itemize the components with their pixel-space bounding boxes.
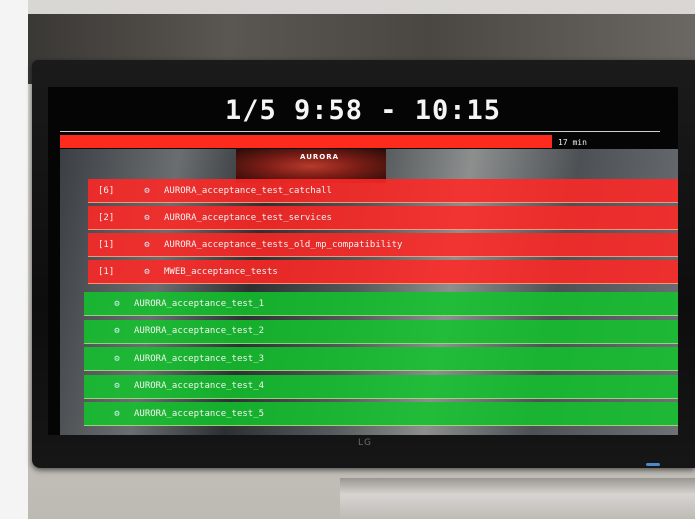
job-name: AURORA_acceptance_test_3 xyxy=(134,353,265,364)
desk-surface xyxy=(340,478,695,519)
tv-power-led xyxy=(646,463,660,466)
failing-job-row: [1] ⚙ MWEB_acceptance_tests xyxy=(88,260,678,284)
tv-brand-logo: LG xyxy=(358,438,372,448)
build-status-icon: ⚙ xyxy=(144,239,150,250)
passing-job-row: ⚙ AURORA_acceptance_test_1 xyxy=(84,292,678,316)
build-status-icon: ⚙ xyxy=(114,381,120,391)
wall-left xyxy=(0,0,28,519)
job-name: AURORA_acceptance_test_1 xyxy=(134,298,265,309)
passing-job-row: ⚙ AURORA_acceptance_test_3 xyxy=(84,347,678,371)
failing-job-row: [1] ⚙ AURORA_acceptance_tests_old_mp_compa… xyxy=(88,233,678,257)
passing-job-row: ⚙ AURORA_acceptance_test_4 xyxy=(84,374,678,399)
failing-job-row: [6] ⚙ AURORA_acceptance_test_catchall xyxy=(88,179,678,203)
job-failure-count: [6] xyxy=(98,185,115,196)
job-name: AURORA_acceptance_test_services xyxy=(164,212,332,223)
job-name: AURORA_acceptance_test_catchall xyxy=(164,185,332,196)
build-status-icon: ⚙ xyxy=(144,266,150,277)
passing-job-row: ⚙ AURORA_acceptance_test_2 xyxy=(84,319,678,344)
build-status-icon: ⚙ xyxy=(114,408,120,419)
build-status-icon: ⚙ xyxy=(114,353,120,364)
failing-job-row: [2] ⚙ AURORA_acceptance_test_services xyxy=(88,206,678,230)
job-list: [6] ⚙ AURORA_acceptance_test_catchall [2] ⚙ A… xyxy=(48,87,678,435)
build-status-icon: ⚙ xyxy=(114,298,120,309)
build-status-icon: ⚙ xyxy=(144,185,150,196)
job-failure-count: [1] xyxy=(98,266,115,277)
build-status-icon: ⚙ xyxy=(114,326,120,336)
tv-screen: AURORA 1/5 9:58 - 10:15 17 min [6] ⚙ AUROR… xyxy=(48,87,678,435)
job-name: AURORA_acceptance_test_2 xyxy=(134,326,265,336)
job-name: AURORA_acceptance_test_4 xyxy=(134,381,265,391)
job-name: AURORA_acceptance_test_5 xyxy=(134,408,265,419)
job-name: MWEB_acceptance_tests xyxy=(164,266,278,277)
build-status-icon: ⚙ xyxy=(144,212,150,223)
job-failure-count: [1] xyxy=(98,239,115,250)
job-name: AURORA_acceptance_tests_old_mp_compatibi… xyxy=(164,239,403,250)
passing-job-row: ⚙ AURORA_acceptance_test_5 xyxy=(84,402,678,426)
job-failure-count: [2] xyxy=(98,212,115,223)
